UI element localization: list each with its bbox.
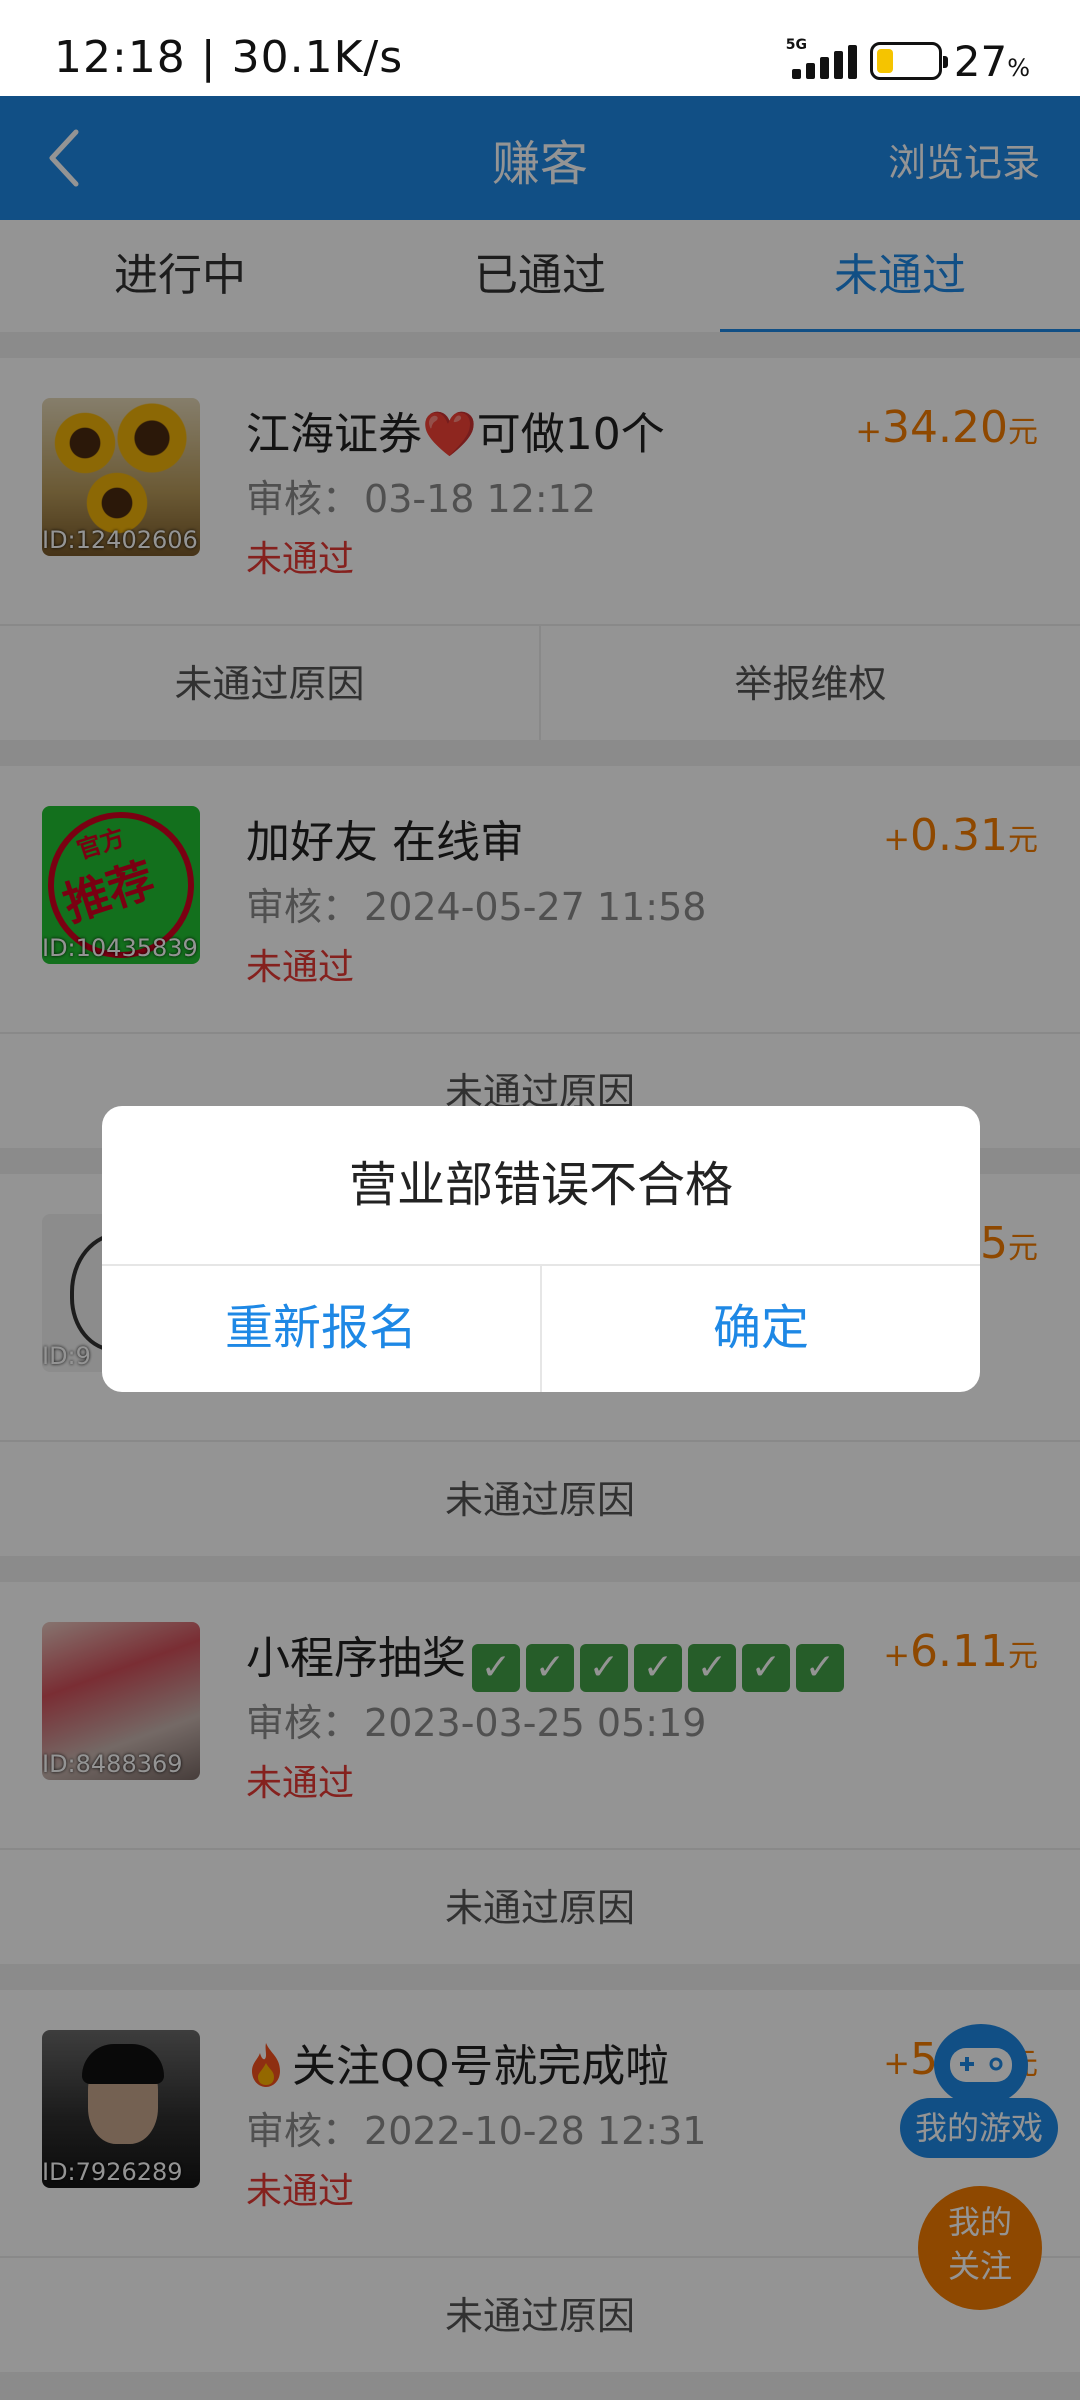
reject-reason-dialog: 营业部错误不合格 重新报名 确定	[102, 1106, 980, 1392]
status-time: 12:18 | 30.1K/s	[54, 32, 404, 83]
confirm-button[interactable]: 确定	[540, 1266, 980, 1392]
battery-percent: 27%	[953, 36, 1030, 86]
status-bar: 12:18 | 30.1K/s 5G 27%	[0, 0, 1080, 96]
battery-level	[876, 49, 893, 73]
dialog-message: 营业部错误不合格	[348, 1157, 733, 1213]
battery-icon	[869, 42, 948, 80]
status-indicators: 5G 27%	[786, 36, 1030, 86]
reapply-button[interactable]: 重新报名	[102, 1266, 540, 1392]
signal-icon: 5G	[786, 37, 858, 81]
